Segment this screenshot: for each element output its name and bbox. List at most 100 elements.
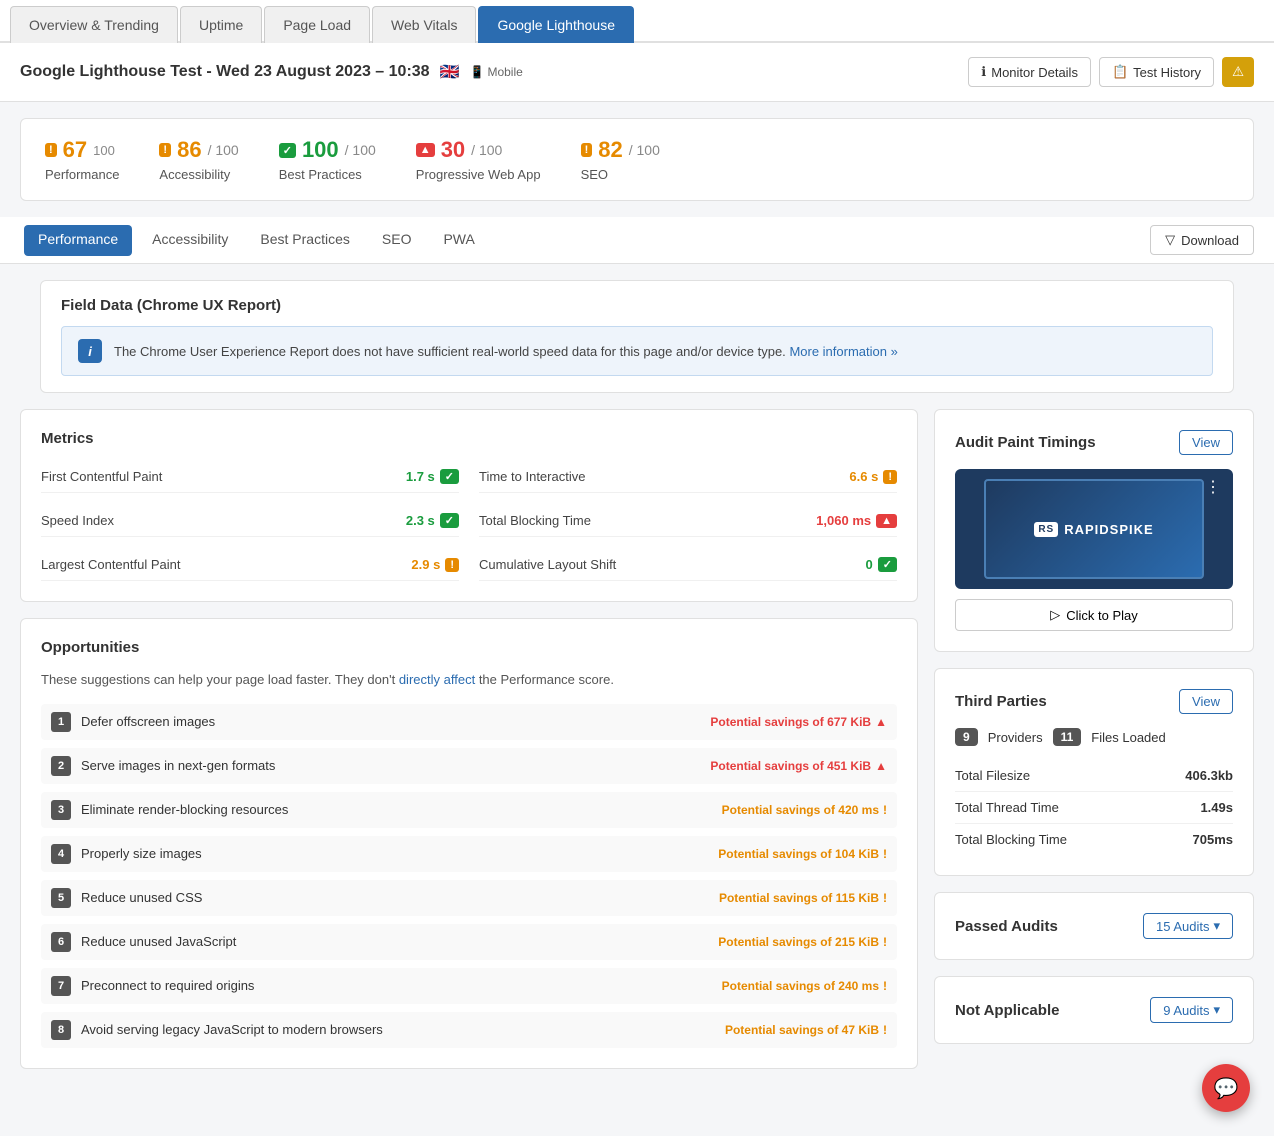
score-performance: ! 67 100 Performance — [45, 137, 119, 182]
metric-lcp: Largest Contentful Paint 2.9 s ! — [41, 549, 459, 581]
danger-triangle-2: ▲ — [875, 759, 887, 773]
opp-num-6: 6 — [51, 932, 71, 952]
warn-badge-7: ! — [883, 979, 887, 993]
apt-view-button[interactable]: View — [1179, 430, 1233, 455]
passed-audits-card: Passed Audits 15 Audits ▾ — [934, 892, 1254, 960]
audit-paint-card: Audit Paint Timings View RS RAPIDSPIKE ⋮… — [934, 409, 1254, 652]
opp-num-3: 3 — [51, 800, 71, 820]
device-badge: 📱 Mobile — [470, 65, 523, 79]
opp-num-4: 4 — [51, 844, 71, 864]
opp-savings-3: Potential savings of 420 ms ! — [722, 803, 887, 817]
score-accessibility-label: Accessibility — [159, 167, 238, 182]
opp-label-6: Reduce unused JavaScript — [81, 934, 236, 949]
info-box-text: The Chrome User Experience Report does n… — [114, 344, 898, 359]
opp-item-3: 3 Eliminate render-blocking resources Po… — [41, 792, 897, 828]
warning-button[interactable]: ⚠ — [1222, 57, 1254, 87]
warn-badge-5: ! — [883, 891, 887, 905]
main-content: Metrics First Contentful Paint 1.7 s ✓ T… — [0, 393, 1274, 1085]
menu-dots-icon[interactable]: ⋮ — [1205, 477, 1221, 497]
opp-item-5: 5 Reduce unused CSS Potential savings of… — [41, 880, 897, 916]
warn-badge-8: ! — [883, 1023, 887, 1037]
apt-header: Audit Paint Timings View — [955, 430, 1233, 455]
field-data-card: Field Data (Chrome UX Report) i The Chro… — [40, 280, 1234, 393]
sub-tab-performance[interactable]: Performance — [24, 225, 132, 256]
tab-web-vitals[interactable]: Web Vitals — [372, 6, 476, 43]
warn-badge-4: ! — [883, 847, 887, 861]
tp-view-button[interactable]: View — [1179, 689, 1233, 714]
metrics-card: Metrics First Contentful Paint 1.7 s ✓ T… — [20, 409, 918, 602]
field-data-title: Field Data (Chrome UX Report) — [61, 297, 1213, 314]
sub-tab-accessibility[interactable]: Accessibility — [136, 219, 244, 262]
tp-files-badge: 11 — [1053, 728, 1082, 746]
opp-savings-2: Potential savings of 451 KiB ▲ — [710, 759, 887, 773]
play-icon: ▷ — [1050, 607, 1060, 623]
opp-num-5: 5 — [51, 888, 71, 908]
screenshot-inner: RS RAPIDSPIKE — [984, 479, 1204, 579]
pa-title: Passed Audits — [955, 918, 1058, 935]
tab-google-lighthouse[interactable]: Google Lighthouse — [478, 6, 634, 43]
tp-row-filesize: Total Filesize 406.3kb — [955, 760, 1233, 792]
tab-page-load[interactable]: Page Load — [264, 6, 370, 43]
score-pwa-value: ▲ 30 / 100 — [416, 137, 541, 163]
sub-tab-best-practices[interactable]: Best Practices — [244, 219, 365, 262]
apt-title: Audit Paint Timings — [955, 434, 1096, 451]
opp-item-7: 7 Preconnect to required origins Potenti… — [41, 968, 897, 1004]
tp-threadtime-value: 1.49s — [1200, 800, 1233, 815]
opp-savings-8: Potential savings of 47 KiB ! — [725, 1023, 887, 1037]
warn-badge-3: ! — [883, 803, 887, 817]
right-panel: Audit Paint Timings View RS RAPIDSPIKE ⋮… — [934, 409, 1254, 1069]
danger-triangle-1: ▲ — [875, 715, 887, 729]
page-title: Google Lighthouse Test - Wed 23 August 2… — [20, 63, 430, 81]
score-accessibility-value: ! 86 / 100 — [159, 137, 238, 163]
tp-blockingtime-value: 705ms — [1193, 832, 1233, 847]
filter-icon: ▽ — [1165, 232, 1175, 248]
sub-tab-seo[interactable]: SEO — [366, 219, 428, 262]
tp-header: Third Parties View — [955, 689, 1233, 714]
na-title: Not Applicable — [955, 1002, 1059, 1019]
opp-item-2: 2 Serve images in next-gen formats Poten… — [41, 748, 897, 784]
flag-icon: 🇬🇧 — [440, 62, 460, 82]
rs-icon: RS — [1034, 522, 1058, 537]
score-seo-value: ! 82 / 100 — [581, 137, 660, 163]
na-header: Not Applicable 9 Audits ▾ — [955, 997, 1233, 1023]
sub-tab-pwa[interactable]: PWA — [427, 219, 490, 262]
play-button[interactable]: ▷ Click to Play — [955, 599, 1233, 631]
opportunities-list: 1 Defer offscreen images Potential savin… — [41, 704, 897, 1048]
opportunities-intro: These suggestions can help your page loa… — [41, 670, 897, 690]
monitor-details-button[interactable]: ℹ Monitor Details — [968, 57, 1091, 87]
third-parties-card: Third Parties View 9 Providers 11 Files … — [934, 668, 1254, 876]
opp-savings-1: Potential savings of 677 KiB ▲ — [710, 715, 887, 729]
top-nav: Overview & Trending Uptime Page Load Web… — [0, 0, 1274, 43]
na-expand-button[interactable]: 9 Audits ▾ — [1150, 997, 1233, 1023]
header-right: ℹ Monitor Details 📋 Test History ⚠ — [968, 57, 1254, 87]
score-pwa-badge: ▲ — [416, 143, 435, 157]
score-performance-value: ! 67 100 — [45, 137, 119, 163]
tp-filesize-label: Total Filesize — [955, 768, 1030, 783]
opp-item-8: 8 Avoid serving legacy JavaScript to mod… — [41, 1012, 897, 1048]
left-panel: Metrics First Contentful Paint 1.7 s ✓ T… — [20, 409, 918, 1069]
tab-uptime[interactable]: Uptime — [180, 6, 262, 43]
chevron-down-icon-na: ▾ — [1213, 1002, 1220, 1018]
metric-tti: Time to Interactive 6.6 s ! — [479, 461, 897, 493]
info-link[interactable]: More information » — [789, 344, 897, 359]
download-button[interactable]: ▽ Download — [1150, 225, 1254, 255]
tp-blockingtime-label: Total Blocking Time — [955, 832, 1067, 847]
opp-savings-6: Potential savings of 215 KiB ! — [718, 935, 887, 949]
tp-rows: Total Filesize 406.3kb Total Thread Time… — [955, 760, 1233, 855]
score-best-practices-label: Best Practices — [279, 167, 376, 182]
metric-fcp-badge: ✓ — [440, 469, 459, 484]
directly-affect-link[interactable]: directly affect — [399, 672, 475, 687]
chat-bubble[interactable]: 💬 — [1202, 1064, 1250, 1112]
metric-si-badge: ✓ — [440, 513, 459, 528]
history-icon: 📋 — [1112, 64, 1128, 80]
rapidspike-logo: RS RAPIDSPIKE — [1034, 522, 1153, 537]
test-history-button[interactable]: 📋 Test History — [1099, 57, 1214, 87]
info-box: i The Chrome User Experience Report does… — [61, 326, 1213, 376]
sub-tabs-left: Performance Accessibility Best Practices… — [20, 219, 491, 262]
score-accessibility: ! 86 / 100 Accessibility — [159, 137, 238, 182]
device-icon: 📱 — [470, 65, 485, 79]
opp-label-3: Eliminate render-blocking resources — [81, 802, 288, 817]
page-header: Google Lighthouse Test - Wed 23 August 2… — [0, 43, 1274, 102]
pa-expand-button[interactable]: 15 Audits ▾ — [1143, 913, 1233, 939]
tab-overview[interactable]: Overview & Trending — [10, 6, 178, 43]
